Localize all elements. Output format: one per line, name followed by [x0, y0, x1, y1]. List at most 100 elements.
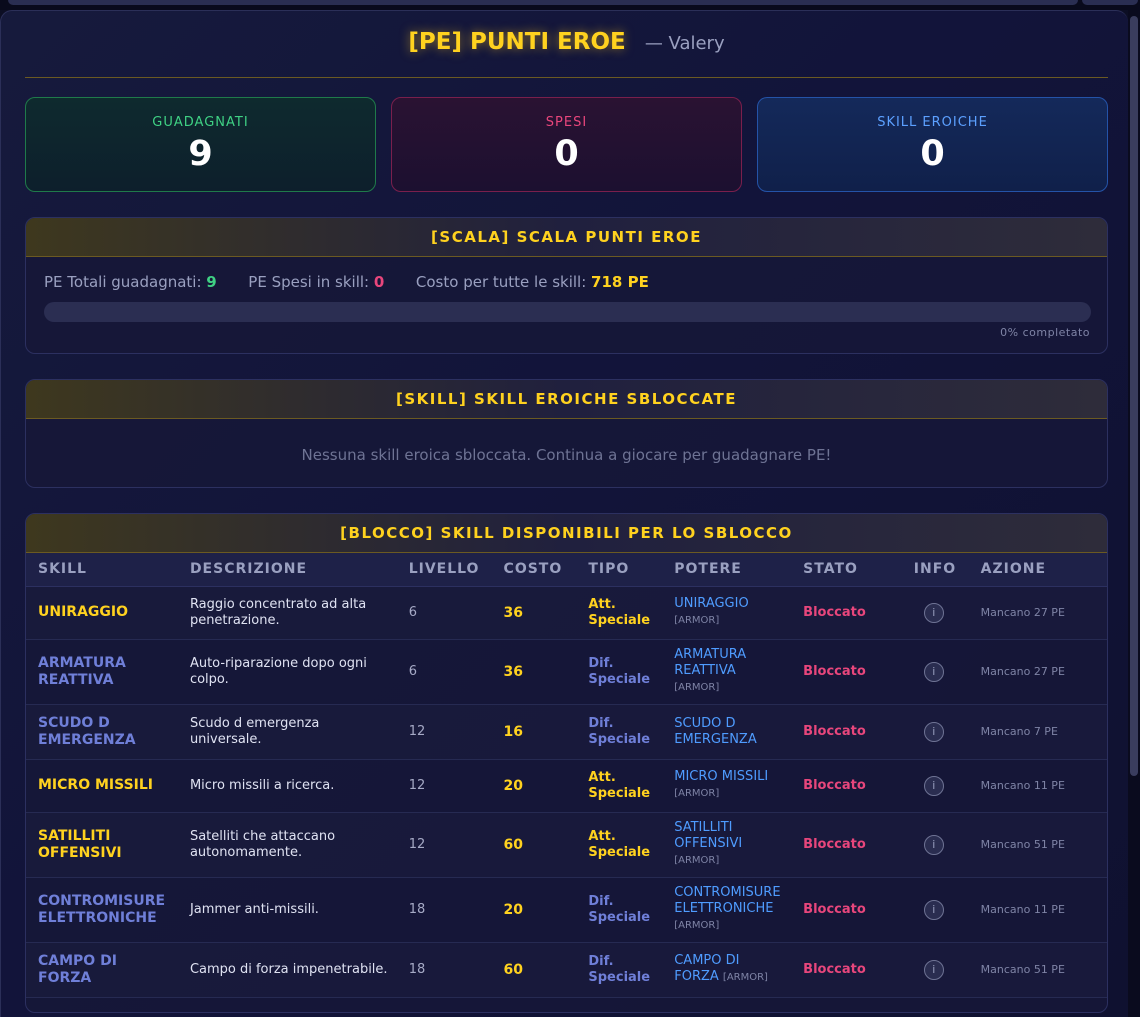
- available-title: [BLOCCO] SKILL DISPONIBILI PER LO SBLOCC…: [26, 514, 1107, 553]
- power-name: SATILLITI OFFENSIVI: [674, 820, 743, 851]
- spent-value: 0: [373, 273, 385, 291]
- stat-heroic-label: SKILL EROICHE: [877, 115, 988, 130]
- stat-heroic-value: 0: [920, 134, 945, 174]
- skill-status: Bloccato: [803, 724, 866, 739]
- power-name: SCUDO D EMERGENZA: [674, 715, 757, 747]
- stat-earned-label: GUADAGNATI: [152, 115, 249, 130]
- skill-status: Bloccato: [803, 664, 866, 679]
- total-earned-label: PE Totali guadagnati:: [44, 273, 202, 291]
- skill-description: Micro missili a ricerca.: [189, 777, 335, 793]
- stat-spent: SPESI 0: [391, 97, 742, 192]
- spent-label: PE Spesi in skill:: [248, 273, 370, 291]
- progress-bar: [44, 302, 1091, 322]
- power-name: CONTROMISURE ELETTRONICHE: [674, 885, 781, 916]
- skill-description: Raggio concentrato ad alta penetrazione.: [189, 596, 367, 628]
- power-tag: [ARMOR]: [674, 788, 720, 799]
- skill-name: SATILLITI OFFENSIVI: [38, 827, 122, 861]
- power-name: ARMATURA REATTIVA: [674, 647, 747, 678]
- col-action: AZIONE: [968, 553, 1107, 587]
- skill-power: CONTROMISURE ELETTRONICHE [ARMOR]: [674, 885, 791, 934]
- stat-heroic-skills: SKILL EROICHE 0: [757, 97, 1108, 192]
- skill-status: Bloccato: [803, 837, 866, 852]
- skill-level: 12: [408, 724, 426, 739]
- skill-description: Scudo d emergenza universale.: [189, 715, 320, 747]
- table-row: SCUDO D EMERGENZA Scudo d emergenza univ…: [26, 704, 1107, 760]
- skill-status: Bloccato: [803, 902, 866, 917]
- info-icon[interactable]: i: [923, 661, 944, 682]
- unlocked-skills: [SKILL] SKILL EROICHE SBLOCCATE Nessuna …: [25, 379, 1108, 488]
- skill-status: Bloccato: [803, 778, 866, 793]
- skill-name: UNIRAGGIO: [38, 604, 129, 620]
- table-row: CAMPO DI FORZA Campo di forza impenetrab…: [26, 942, 1107, 998]
- power-tag: [ARMOR]: [674, 682, 720, 693]
- skill-type: Dif. Speciale: [588, 893, 651, 925]
- total-earned-value: 9: [206, 273, 217, 291]
- skills-table: SKILL DESCRIZIONE LIVELLO COSTO TIPO POT…: [26, 553, 1107, 998]
- skill-description: Satelliti che attaccano autonomamente.: [189, 828, 336, 860]
- skill-action: Mancano 11 PE: [980, 779, 1065, 792]
- skill-description: Jammer anti-missili.: [189, 901, 319, 917]
- skill-power: UNIRAGGIO [ARMOR]: [674, 596, 791, 629]
- skill-level: 6: [408, 664, 417, 679]
- skill-description: Campo di forza impenetrabile.: [189, 961, 388, 977]
- table-row: SATILLITI OFFENSIVI Satelliti che attacc…: [26, 812, 1107, 878]
- hero-points-scale: [SCALA] SCALA PUNTI EROE PE Totali guada…: [25, 217, 1108, 354]
- skill-status: Bloccato: [803, 962, 866, 977]
- skill-level: 18: [408, 902, 426, 917]
- scrollbar-thumb[interactable]: [1130, 16, 1138, 776]
- available-skills: [BLOCCO] SKILL DISPONIBILI PER LO SBLOCC…: [25, 513, 1108, 1013]
- skill-type: Dif. Speciale: [588, 953, 651, 985]
- scrollbar[interactable]: [1128, 10, 1140, 1017]
- skill-name: SCUDO D EMERGENZA: [38, 714, 136, 748]
- skill-cost: 60: [503, 836, 524, 853]
- skill-level: 6: [408, 605, 417, 620]
- info-icon[interactable]: i: [923, 834, 944, 855]
- col-skill: SKILL: [26, 553, 178, 587]
- power-name: UNIRAGGIO: [674, 596, 749, 611]
- skill-power: ARMATURA REATTIVA [ARMOR]: [674, 647, 791, 696]
- power-tag: [ARMOR]: [722, 972, 768, 983]
- col-power: POTERE: [662, 553, 792, 587]
- unlocked-empty-message: Nessuna skill eroica sbloccata. Continua…: [301, 446, 832, 464]
- table-row: MICRO MISSILI Micro missili a ricerca. 1…: [26, 759, 1107, 813]
- info-icon[interactable]: i: [923, 602, 944, 623]
- skill-cost: 36: [503, 663, 524, 680]
- skill-name: CAMPO DI FORZA: [38, 952, 117, 986]
- skill-action: Mancano 11 PE: [980, 903, 1065, 916]
- skill-status: Bloccato: [803, 605, 866, 620]
- info-icon[interactable]: i: [923, 721, 944, 742]
- power-tag: [ARMOR]: [674, 920, 720, 931]
- browser-top-strip: [0, 0, 1140, 10]
- skill-power: SATILLITI OFFENSIVI [ARMOR]: [674, 820, 791, 869]
- skill-cost: 16: [503, 723, 524, 740]
- skill-type: Att. Speciale: [588, 769, 651, 801]
- table-header-row: SKILL DESCRIZIONE LIVELLO COSTO TIPO POT…: [26, 553, 1107, 587]
- progress-label: 0% completato: [1000, 326, 1090, 339]
- info-icon[interactable]: i: [923, 899, 944, 920]
- cost-all-label: Costo per tutte le skill:: [415, 273, 587, 291]
- col-cost: COSTO: [491, 553, 577, 587]
- skill-action: Mancano 51 PE: [980, 963, 1065, 976]
- table-row: UNIRAGGIO Raggio concentrato ad alta pen…: [26, 586, 1107, 640]
- power-tag: [ARMOR]: [674, 855, 720, 866]
- unlocked-title: [SKILL] SKILL EROICHE SBLOCCATE: [26, 380, 1107, 419]
- stat-earned-value: 9: [188, 134, 213, 174]
- info-icon[interactable]: i: [923, 775, 944, 796]
- info-icon[interactable]: i: [923, 959, 944, 980]
- power-tag: [ARMOR]: [674, 615, 720, 626]
- skill-type: Att. Speciale: [588, 828, 651, 860]
- skill-type: Dif. Speciale: [588, 655, 651, 687]
- skill-name: MICRO MISSILI: [38, 777, 153, 793]
- stat-earned: GUADAGNATI 9: [25, 97, 376, 192]
- skill-cost: 20: [503, 777, 524, 794]
- col-info: INFO: [901, 553, 969, 587]
- skill-power: SCUDO D EMERGENZA: [674, 716, 791, 748]
- page-title: [PE] PUNTI EROE: [408, 29, 626, 55]
- cost-all-value: 718 PE: [591, 273, 649, 291]
- top-bar-right: [1082, 0, 1138, 5]
- power-name: MICRO MISSILI: [674, 769, 769, 784]
- skill-power: MICRO MISSILI [ARMOR]: [674, 769, 791, 802]
- skill-action: Mancano 27 PE: [980, 606, 1065, 619]
- page-header: [PE] PUNTI EROE — Valery: [25, 18, 1108, 78]
- col-description: DESCRIZIONE: [177, 553, 397, 587]
